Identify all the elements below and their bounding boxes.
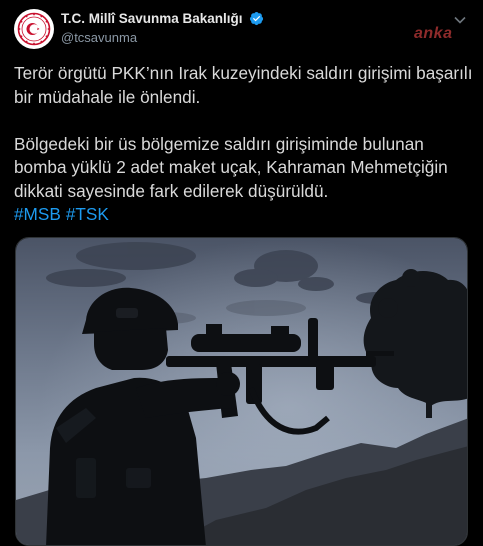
- tweet-media-photo[interactable]: [15, 237, 468, 546]
- verified-badge-icon: [249, 11, 264, 29]
- account-handle[interactable]: @tcsavunma: [61, 30, 137, 45]
- tweet-paragraph: Bölgedeki bir üs bölgemize saldırı giriş…: [14, 133, 448, 201]
- hashtag-link[interactable]: #TSK: [66, 204, 109, 224]
- soldier-silhouette-photo: [16, 238, 467, 545]
- avatar[interactable]: [14, 9, 54, 49]
- ministry-seal-icon: [15, 10, 53, 48]
- watermark-logo: anka: [414, 25, 453, 42]
- tweet-text: Terör örgütü PKK’nın Irak kuzeyindeki sa…: [14, 62, 474, 227]
- hashtag-row: #MSB #TSK: [14, 203, 474, 227]
- tweet-paragraph: Terör örgütü PKK’nın Irak kuzeyindeki sa…: [14, 63, 473, 107]
- account-name[interactable]: T.C. Millî Savunma Bakanlığı: [61, 11, 264, 29]
- tweet-card: T.C. Millî Savunma Bakanlığı @tcsavunma …: [0, 0, 483, 546]
- chevron-down-icon[interactable]: [453, 13, 467, 32]
- hashtag-link[interactable]: #MSB: [14, 204, 61, 224]
